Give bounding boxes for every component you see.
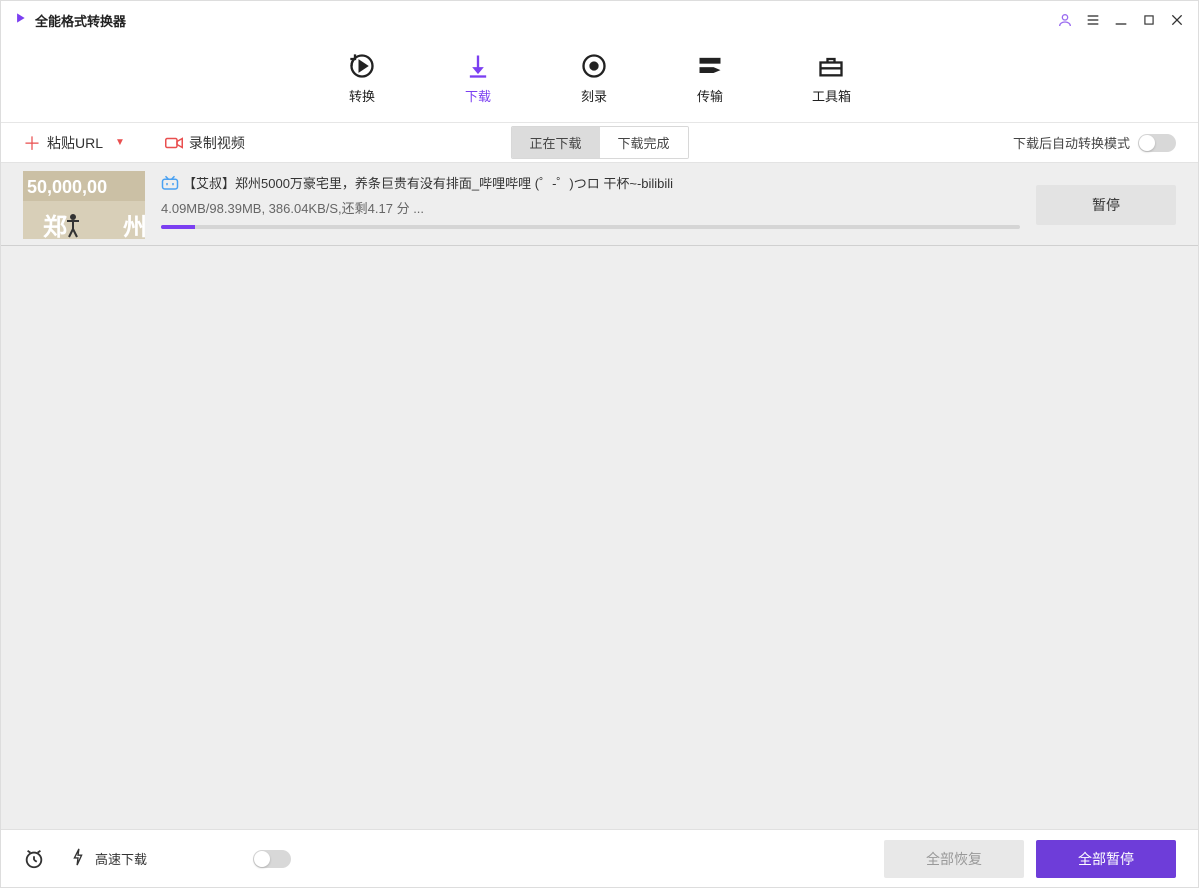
- window-controls: [1056, 11, 1186, 29]
- nav-label: 传输: [697, 86, 723, 105]
- plus-icon: ＋: [23, 130, 41, 156]
- tab-downloading[interactable]: 正在下载: [511, 127, 599, 158]
- user-icon[interactable]: [1056, 11, 1074, 29]
- convert-icon: [348, 52, 376, 80]
- paste-url-label: 粘贴URL: [47, 133, 103, 153]
- nav-label: 下载: [465, 86, 491, 105]
- menu-icon[interactable]: [1084, 11, 1102, 29]
- nav-label: 工具箱: [812, 86, 851, 105]
- nav-download[interactable]: 下载: [456, 44, 500, 117]
- fast-download-toggle[interactable]: [253, 850, 291, 868]
- auto-convert-toggle[interactable]: [1138, 134, 1176, 152]
- close-icon[interactable]: [1168, 11, 1186, 29]
- fast-download-group: 高速下载: [71, 848, 147, 869]
- task-info: 【艾叔】郑州5000万豪宅里，养条巨贵有没有排面_哔哩哔哩 (゜-゜)つロ 干杯…: [161, 171, 1020, 229]
- camera-icon: [165, 136, 183, 150]
- progress-bar: [161, 225, 1020, 229]
- toolbar: ＋ 粘贴URL ▼ 录制视频 正在下载 下载完成 下载后自动转换模式: [1, 123, 1198, 163]
- main-nav: 转换 下载 刻录 传输 工具箱: [1, 39, 1198, 123]
- nav-burn[interactable]: 刻录: [572, 44, 616, 117]
- tab-finished[interactable]: 下载完成: [600, 127, 688, 158]
- nav-label: 转换: [349, 86, 375, 105]
- record-video-label: 录制视频: [189, 133, 245, 153]
- task-progress-text: 4.09MB/98.39MB, 386.04KB/S,还剩4.17 分 ...: [161, 198, 1020, 217]
- app-logo: 全能格式转换器: [13, 11, 126, 30]
- toolbar-right: 下载后自动转换模式: [1013, 133, 1176, 152]
- toolbar-left: ＋ 粘贴URL ▼ 录制视频: [23, 130, 245, 156]
- minimize-icon[interactable]: [1112, 11, 1130, 29]
- transfer-icon: [696, 52, 724, 80]
- svg-text:郑: 郑: [43, 214, 67, 239]
- download-icon: [464, 52, 492, 80]
- maximize-icon[interactable]: [1140, 11, 1158, 29]
- progress-fill: [161, 225, 195, 229]
- task-title-row: 【艾叔】郑州5000万豪宅里，养条巨贵有没有排面_哔哩哔哩 (゜-゜)つロ 干杯…: [161, 173, 1020, 192]
- svg-text:50,000,00: 50,000,00: [27, 177, 107, 197]
- download-task: 50,000,00 州 郑 【艾叔】郑州5000万豪宅里，养条巨贵有没有排面_哔…: [1, 163, 1198, 246]
- nav-toolbox[interactable]: 工具箱: [804, 44, 859, 117]
- nav-transfer[interactable]: 传输: [688, 44, 732, 117]
- paste-url-button[interactable]: ＋ 粘贴URL ▼: [23, 130, 125, 156]
- chevron-down-icon: ▼: [115, 137, 125, 148]
- auto-convert-label: 下载后自动转换模式: [1013, 133, 1130, 152]
- nav-label: 刻录: [581, 86, 607, 105]
- app-title: 全能格式转换器: [35, 11, 126, 30]
- svg-text:州: 州: [123, 214, 145, 239]
- play-icon: [13, 11, 27, 30]
- schedule-icon[interactable]: [23, 848, 45, 870]
- burn-icon: [580, 52, 608, 80]
- download-list: 50,000,00 州 郑 【艾叔】郑州5000万豪宅里，养条巨贵有没有排面_哔…: [1, 163, 1198, 829]
- toolbox-icon: [817, 52, 845, 80]
- pause-all-button[interactable]: 全部暂停: [1036, 840, 1176, 878]
- bottom-bar: 高速下载 全部恢复 全部暂停: [1, 829, 1198, 887]
- pause-button[interactable]: 暂停: [1036, 185, 1176, 225]
- bottom-right: 全部恢复 全部暂停: [884, 840, 1176, 878]
- tab-switch: 正在下载 下载完成: [510, 126, 688, 159]
- record-video-button[interactable]: 录制视频: [165, 133, 245, 153]
- fast-download-label: 高速下载: [95, 849, 147, 868]
- task-thumbnail: 50,000,00 州 郑: [23, 171, 145, 239]
- resume-all-button[interactable]: 全部恢复: [884, 840, 1024, 878]
- bottom-left: 高速下载: [23, 848, 291, 870]
- task-title: 【艾叔】郑州5000万豪宅里，养条巨贵有没有排面_哔哩哔哩 (゜-゜)つロ 干杯…: [183, 173, 673, 192]
- nav-convert[interactable]: 转换: [340, 44, 384, 117]
- titlebar: 全能格式转换器: [1, 1, 1198, 39]
- app-window: 全能格式转换器 转换: [0, 0, 1199, 888]
- bolt-icon: [71, 848, 85, 869]
- bilibili-icon: [161, 175, 179, 191]
